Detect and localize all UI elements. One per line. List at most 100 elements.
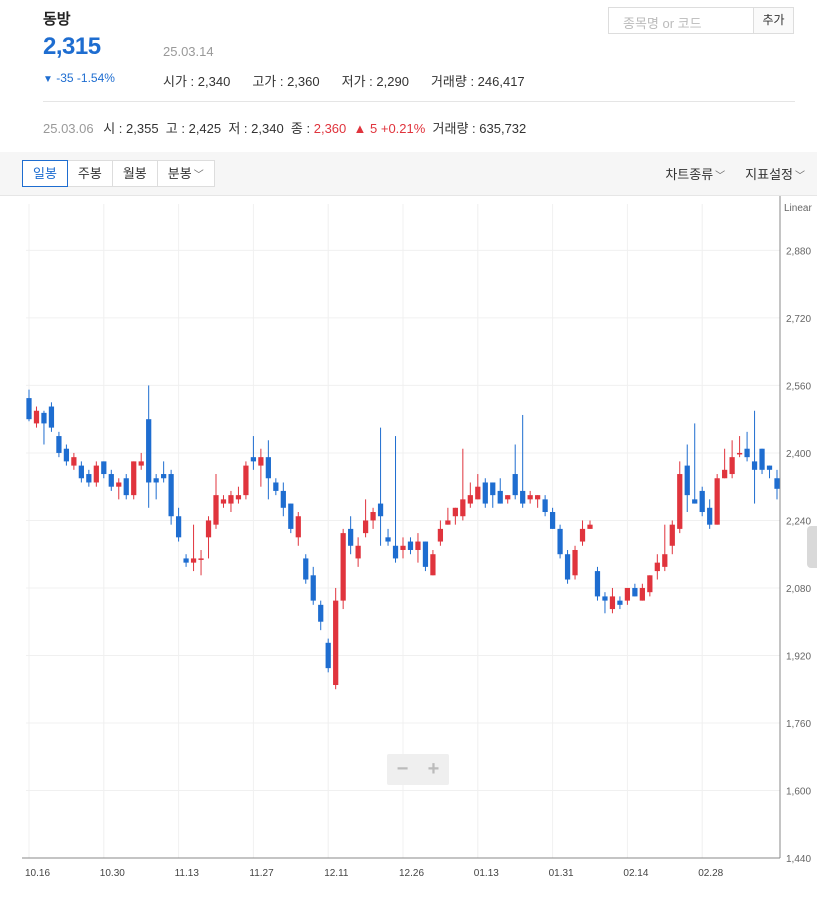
candle-body <box>415 541 421 550</box>
price-change-value: -35 -1.54% <box>56 71 115 85</box>
candle-body <box>33 410 40 424</box>
candle-body <box>116 482 122 487</box>
previous-close-value: 2,360 <box>313 121 347 136</box>
candle-body <box>213 495 219 525</box>
add-button[interactable]: 추가 <box>753 7 794 34</box>
up-arrow-icon: ▲ <box>353 121 367 136</box>
candle-body <box>250 457 257 462</box>
candle-body <box>205 520 212 538</box>
candle-body <box>505 495 511 500</box>
candle-body <box>377 503 384 517</box>
candle-body <box>430 554 436 576</box>
candle-body <box>56 436 62 453</box>
candle-body <box>527 495 533 500</box>
chevron-down-icon: ﹀ <box>715 171 726 182</box>
tab-minute-label: 분봉 <box>167 166 192 181</box>
candle-body <box>535 495 541 500</box>
candle-body <box>41 412 47 424</box>
candle-body <box>340 533 346 601</box>
quote-date: 25.03.14 <box>163 44 214 59</box>
stat-label: 저가 <box>341 74 366 89</box>
open-stat: 시가 : 2,340 <box>163 74 231 89</box>
down-arrow-icon: ▼ <box>43 74 53 85</box>
candle-body <box>243 465 249 496</box>
candle-body <box>392 545 399 559</box>
candle-body <box>400 545 406 550</box>
y-tick-label: 2,880 <box>786 246 811 257</box>
stat-value: 2,360 <box>287 74 320 89</box>
candle-body <box>235 495 242 500</box>
candle-body <box>93 465 99 483</box>
candle-body <box>729 457 735 475</box>
candle-body <box>542 499 548 513</box>
y-tick-label: 2,720 <box>786 314 811 325</box>
search-input[interactable]: 종목명 or 코드 <box>608 7 753 34</box>
candle-body <box>131 461 137 496</box>
price-change: ▼ -35 -1.54% <box>43 71 115 85</box>
indicator-menu[interactable]: 지표설정 ﹀ <box>745 164 805 183</box>
candle-body <box>385 537 391 542</box>
x-tick-label: 01.31 <box>549 868 574 879</box>
x-tick-label: 12.26 <box>399 868 424 879</box>
candlestick-chart[interactable]: 2,8802,7202,5602,4002,2402,0801,9201,760… <box>0 196 817 893</box>
candle-body <box>303 558 309 580</box>
previous-volume: 거래량 : 635,732 <box>432 121 527 136</box>
chart-menus: 차트종류 ﹀ 지표설정 ﹀ <box>665 164 805 183</box>
zoom-in-button[interactable]: + <box>418 754 449 785</box>
candle-body <box>714 478 720 525</box>
candle-body <box>78 465 84 479</box>
y-tick-label: 2,400 <box>786 449 811 460</box>
candle-body <box>318 604 324 622</box>
candle-body <box>736 452 743 455</box>
candle-body <box>722 469 728 479</box>
stat-value: 246,417 <box>477 74 525 89</box>
y-tick-label: 1,440 <box>786 854 811 865</box>
candle-body <box>146 419 152 483</box>
candle-body <box>669 524 675 546</box>
candle-body <box>617 600 623 605</box>
candle-body <box>520 490 526 504</box>
candle-body <box>594 571 601 597</box>
tab-monthly[interactable]: 월봉 <box>111 160 158 187</box>
zoom-out-button[interactable]: − <box>387 754 418 785</box>
stat-label: 고가 <box>252 74 277 89</box>
candle-body <box>549 512 556 529</box>
candle-body <box>138 461 144 466</box>
candle-body <box>579 528 586 542</box>
candle-body <box>265 457 271 479</box>
stat-label: 거래량 <box>430 74 467 89</box>
volume-stat: 거래량 : 246,417 <box>430 74 525 89</box>
candle-body <box>63 448 70 462</box>
current-price: 2,315 <box>43 33 101 60</box>
side-panel-toggle[interactable] <box>807 526 817 568</box>
candle-body <box>602 596 608 601</box>
x-tick-label: 11.13 <box>175 868 200 879</box>
chart-type-menu[interactable]: 차트종류 ﹀ <box>665 164 725 183</box>
low-stat: 저가 : 2,290 <box>341 74 409 89</box>
candle-body <box>744 448 750 458</box>
candle-body <box>639 587 645 601</box>
candle-body <box>632 587 638 597</box>
x-tick-label: 10.30 <box>100 868 125 879</box>
candle-body <box>310 575 316 601</box>
stat-value: 2,290 <box>376 74 409 89</box>
chart-area[interactable]: 2,880 2,720 2,560 2,400 2,240 2,080 1,920 1,760… <box>0 196 817 893</box>
scale-label: Linear <box>784 203 812 214</box>
candle-body <box>26 398 32 420</box>
candle-body <box>490 482 496 496</box>
divider <box>43 101 795 102</box>
candle-body <box>288 503 294 529</box>
candle-body <box>609 596 616 610</box>
tab-minute[interactable]: 분봉 ﹀ <box>156 160 215 187</box>
indicator-label: 지표설정 <box>745 167 793 182</box>
candle-body <box>445 520 451 525</box>
candle-body <box>123 478 129 496</box>
candle-body <box>407 541 414 550</box>
candle-body <box>564 554 571 580</box>
candle-body <box>198 558 204 560</box>
candle-body <box>333 600 339 686</box>
tab-weekly[interactable]: 주봉 <box>66 160 113 187</box>
zoom-controls: − + <box>387 754 449 785</box>
tab-daily[interactable]: 일봉 <box>22 160 68 187</box>
y-tick-label: 1,600 <box>786 786 811 797</box>
